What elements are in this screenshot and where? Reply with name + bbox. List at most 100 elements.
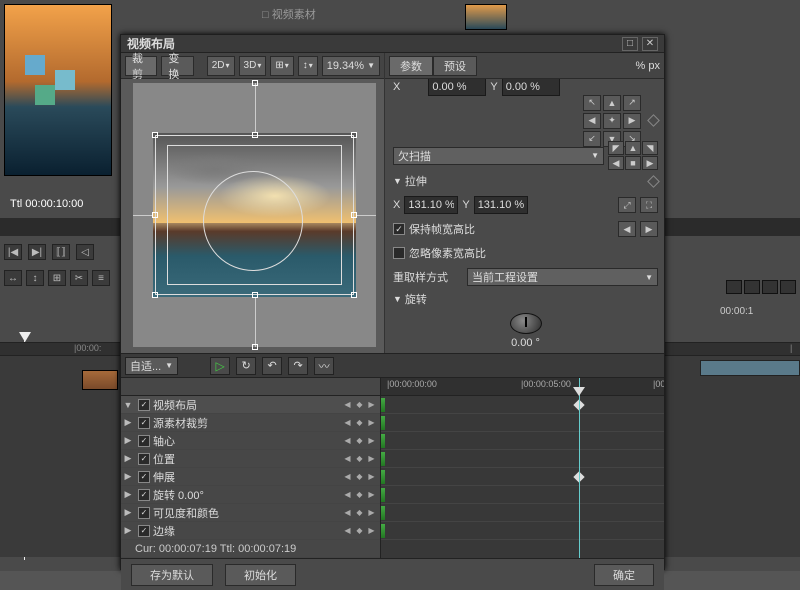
resample-dropdown[interactable]: 当前工程设置▼ [467,268,658,286]
kf-playhead-icon[interactable] [573,387,585,396]
kf-row-5[interactable]: ▶✓旋转 0.00°◀◆▶ [121,486,380,504]
prev-kf-icon[interactable]: ◀ [342,525,353,536]
tool-icon-1[interactable]: ↔ [4,270,22,286]
next-kf-icon[interactable]: ▶ [366,507,377,518]
kf-row-7[interactable]: ▶✓边缘◀◆▶ [121,522,380,540]
kf-track[interactable] [381,450,664,468]
expand-icon[interactable]: ▶ [121,525,135,536]
kf-row-6[interactable]: ▶✓可见度和颜色◀◆▶ [121,504,380,522]
next-kf-icon[interactable]: ▶ [366,417,377,428]
preview-canvas[interactable] [121,79,384,353]
add-kf-icon[interactable]: ◆ [354,489,365,500]
rtab-preset[interactable]: 预设 [433,56,477,76]
add-kf-icon[interactable]: ◆ [354,525,365,536]
tab-transform[interactable]: 变换 [161,56,193,76]
tool-icon-5[interactable]: ≡ [92,270,110,286]
kf-track[interactable] [381,468,664,486]
posx-input[interactable] [428,79,486,96]
kf-track[interactable] [381,486,664,504]
nudge-n-icon[interactable]: ▲ [603,95,621,111]
kf-track[interactable] [381,522,664,540]
mark-out-icon[interactable]: ▶| [28,244,46,260]
enable-checkbox[interactable]: ✓ [138,471,150,483]
expand-icon[interactable]: ▶ [121,471,135,482]
expand-icon[interactable]: ▼ [121,400,135,410]
expand-icon[interactable]: ▶ [121,453,135,464]
mode-3d-button[interactable]: 3D▾ [239,56,267,76]
next-kf-icon[interactable]: ▶ [366,453,377,464]
fit-dropdown[interactable]: 自适...▼ [125,357,178,375]
section-rotate[interactable]: ▼旋转 [393,291,658,307]
mark-extra-icon[interactable]: ◁ [76,244,94,260]
seq-icon-c[interactable] [762,280,778,294]
tool-icon-4[interactable]: ✂ [70,270,88,286]
add-kf-icon[interactable]: ◆ [354,507,365,518]
rotate-knob[interactable] [510,313,542,334]
kf-track[interactable] [381,432,664,450]
add-kf-icon[interactable]: ◆ [354,399,365,410]
tool-icon-3[interactable]: ⊞ [48,270,66,286]
enable-checkbox[interactable]: ✓ [138,399,150,411]
fit-n-icon[interactable]: ▲ [625,141,641,155]
nudge-center-icon[interactable]: ✦ [603,113,621,129]
kf-row-3[interactable]: ▶✓位置◀◆▶ [121,450,380,468]
kf-track[interactable] [381,396,664,414]
stretch-extra1-icon[interactable]: ◀ [618,221,636,237]
stretch-fit-icon[interactable]: ⛶ [640,197,658,213]
expand-icon[interactable]: ▶ [121,489,135,500]
kf-row-4[interactable]: ▶✓伸展◀◆▶ [121,468,380,486]
fit-w-icon[interactable]: ◀ [608,156,624,170]
enable-checkbox[interactable]: ✓ [138,507,150,519]
next-kf-icon[interactable]: ▶ [366,471,377,482]
add-kf-icon[interactable]: ◆ [354,417,365,428]
pos-keyframe-toggle[interactable] [647,115,660,128]
zoom-dropdown[interactable]: 19.34%▼ [322,56,380,76]
rtab-params[interactable]: 参数 [389,56,433,76]
mark-in-icon[interactable]: |◀ [4,244,22,260]
grid-button[interactable]: ⊞▾ [270,56,293,76]
kf-track[interactable] [381,414,664,432]
next-kf-icon[interactable]: ▶ [366,399,377,410]
stretch-expand-icon[interactable]: ⤢ [618,197,636,213]
prev-key-button[interactable]: ↶ [262,357,282,375]
add-kf-icon[interactable]: ◆ [354,471,365,482]
fit-c-icon[interactable]: ■ [625,156,641,170]
kf-timeline[interactable]: |00:00:00:00|00:00:05:00|00: [381,378,664,558]
prev-kf-icon[interactable]: ◀ [342,399,353,410]
add-kf-icon[interactable]: ◆ [354,453,365,464]
next-kf-icon[interactable]: ▶ [366,525,377,536]
kf-track[interactable] [381,504,664,522]
enable-checkbox[interactable]: ✓ [138,489,150,501]
ignore-par-checkbox[interactable] [393,247,405,259]
kf-row-0[interactable]: ▼✓视频布局◀◆▶ [121,396,380,414]
bg-playhead-marker-icon[interactable] [19,332,31,342]
ok-button[interactable]: 确定 [594,564,654,586]
source-monitor-thumb[interactable] [4,4,112,176]
prev-kf-icon[interactable]: ◀ [342,489,353,500]
nudge-w-icon[interactable]: ◀ [583,113,601,129]
next-kf-icon[interactable]: ▶ [366,435,377,446]
titlebar[interactable]: 视频布局 □ ✕ [121,35,664,53]
prev-kf-icon[interactable]: ◀ [342,435,353,446]
maximize-button[interactable]: □ [622,37,638,51]
graph-button[interactable]: 〰 [314,357,334,375]
seq-icon-a[interactable] [726,280,742,294]
expand-icon[interactable]: ▶ [121,435,135,446]
prev-kf-icon[interactable]: ◀ [342,417,353,428]
prev-kf-icon[interactable]: ◀ [342,453,353,464]
kf-row-2[interactable]: ▶✓轴心◀◆▶ [121,432,380,450]
stretch-keyframe-toggle[interactable] [647,175,660,188]
posy-input[interactable] [502,79,560,96]
mode-2d-button[interactable]: 2D▾ [207,56,235,76]
tab-crop[interactable]: 裁剪 [125,56,157,76]
units-label[interactable]: % px [636,60,660,72]
next-kf-icon[interactable]: ▶ [366,489,377,500]
seq-icon-d[interactable] [780,280,796,294]
kf-row-1[interactable]: ▶✓源素材裁剪◀◆▶ [121,414,380,432]
clip-thumb[interactable] [82,370,118,390]
fit-ne-icon[interactable]: ◥ [642,141,658,155]
stretch-extra2-icon[interactable]: ▶ [640,221,658,237]
nudge-ne-icon[interactable]: ↗ [623,95,641,111]
tool-icon-2[interactable]: ↕ [26,270,44,286]
seq-icon-b[interactable] [744,280,760,294]
